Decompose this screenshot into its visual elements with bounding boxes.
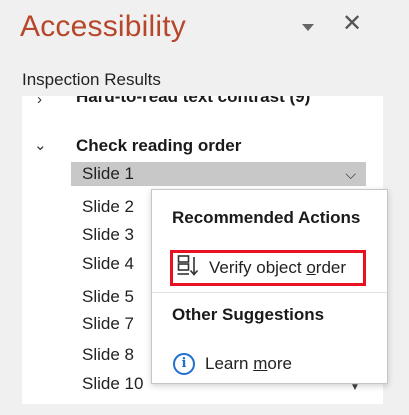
- recommended-actions-menu: Recommended Actions Verify object order …: [151, 189, 388, 384]
- pane-title: Accessibility: [20, 10, 186, 43]
- accessibility-pane: Accessibility ✕ Inspection Results › Har…: [0, 0, 409, 415]
- tree-item-check-reading-order[interactable]: ⌄ Check reading order: [22, 134, 383, 158]
- other-suggestions-heading: Other Suggestions: [172, 305, 325, 324]
- slide-label: Slide 3: [82, 225, 134, 244]
- slide-item-1[interactable]: Slide 1 ⌵: [71, 162, 366, 186]
- chevron-down-icon[interactable]: [302, 24, 314, 31]
- slide-label: Slide 10: [82, 374, 144, 393]
- reading-order-icon: [177, 254, 199, 283]
- slide-label: Slide 7: [82, 314, 134, 333]
- info-icon: i: [173, 353, 195, 375]
- chevron-down-icon[interactable]: ⌄: [34, 136, 47, 154]
- slide-label: Slide 8: [82, 345, 134, 364]
- verify-object-order-item[interactable]: Verify object order: [170, 250, 366, 286]
- slide-label: Slide 4: [82, 254, 134, 273]
- learn-more-item[interactable]: i Learn more: [170, 346, 292, 382]
- tree-item-label: Check reading order: [76, 136, 242, 155]
- tree-item-hard-to-read-contrast[interactable]: › Hard-to-read text contrast (9): [22, 96, 383, 111]
- menu-divider: [152, 292, 387, 293]
- recommended-actions-heading: Recommended Actions: [172, 208, 361, 227]
- close-icon[interactable]: ✕: [342, 12, 362, 36]
- tree-item-label: Hard-to-read text contrast (9): [76, 96, 311, 106]
- inspection-results-label: Inspection Results: [22, 70, 161, 89]
- slide-label: Slide 2: [82, 197, 134, 216]
- verify-object-order-label: Verify object order: [209, 258, 347, 277]
- slide-label: Slide 5: [82, 287, 134, 306]
- chevron-right-icon[interactable]: ›: [37, 96, 42, 108]
- slide-label: Slide 1: [82, 164, 134, 183]
- learn-more-label: Learn more: [205, 354, 292, 373]
- chevron-down-icon[interactable]: ⌵: [345, 162, 356, 186]
